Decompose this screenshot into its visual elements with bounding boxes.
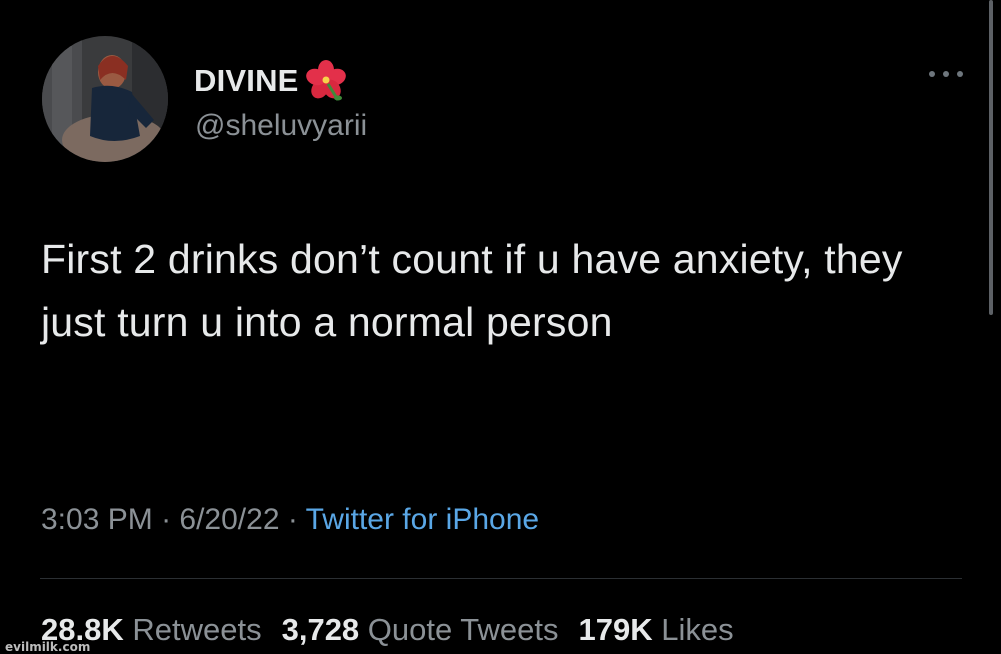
likes-label: Likes bbox=[661, 612, 734, 647]
watermark: evilmilk.com bbox=[5, 640, 91, 654]
more-dot-icon bbox=[943, 71, 949, 77]
author-name-row[interactable]: DIVINE bbox=[194, 58, 349, 104]
author-handle[interactable]: @sheluvyarii bbox=[195, 109, 367, 143]
tweet-source-link[interactable]: Twitter for iPhone bbox=[306, 503, 539, 536]
tweet-stats: 28.8K Retweets 3,728 Quote Tweets 179K Lik… bbox=[41, 612, 754, 648]
meta-separator: · bbox=[279, 503, 306, 536]
avatar-photo-icon bbox=[42, 36, 168, 162]
divider bbox=[40, 578, 962, 579]
profile-avatar[interactable] bbox=[42, 36, 168, 162]
retweets-label: Retweets bbox=[132, 612, 262, 647]
tweet-text: First 2 drinks don’t count if u have anx… bbox=[41, 236, 903, 345]
more-dot-icon bbox=[957, 71, 963, 77]
quote-tweets-stat[interactable]: 3,728 Quote Tweets bbox=[282, 612, 559, 647]
hibiscus-icon bbox=[303, 58, 349, 104]
likes-count: 179K bbox=[578, 612, 653, 647]
likes-stat[interactable]: 179K Likes bbox=[579, 612, 734, 647]
more-dot-icon bbox=[929, 71, 935, 77]
tweet-meta: 3:03 PM · 6/20/22 · Twitter for iPhone bbox=[41, 503, 539, 537]
tweet-card: DIVINE @sheluvyarii First 2 drinks don’t… bbox=[0, 0, 1001, 654]
tweet-date[interactable]: 6/20/22 bbox=[179, 503, 279, 536]
meta-separator: · bbox=[152, 503, 180, 536]
scrollbar[interactable] bbox=[989, 0, 993, 315]
more-options-button[interactable] bbox=[929, 66, 963, 82]
quote-tweets-count: 3,728 bbox=[281, 612, 360, 647]
author-display-name[interactable]: DIVINE bbox=[194, 63, 299, 99]
tweet-time[interactable]: 3:03 PM bbox=[41, 503, 153, 536]
quote-tweets-label: Quote Tweets bbox=[367, 612, 559, 647]
